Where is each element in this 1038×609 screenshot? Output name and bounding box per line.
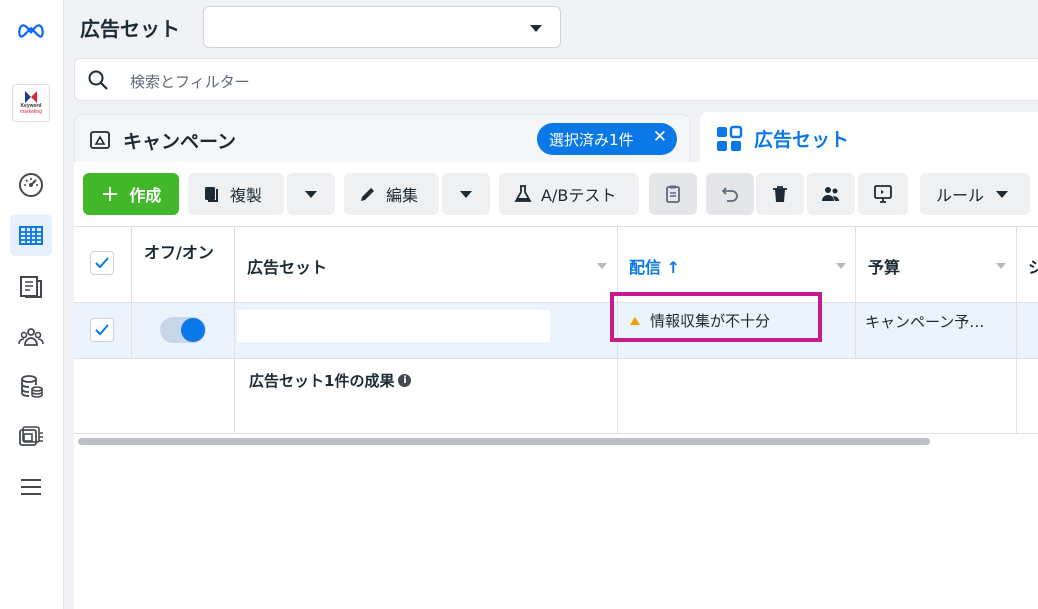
trash-icon bbox=[773, 186, 787, 202]
edit-menu-button[interactable] bbox=[442, 173, 490, 215]
close-icon[interactable]: ✕ bbox=[653, 127, 667, 147]
column-header-partial[interactable]: シ bbox=[1028, 254, 1038, 278]
duplicate-button[interactable]: 複製 bbox=[188, 173, 284, 215]
share-audience-button[interactable] bbox=[807, 173, 855, 215]
edit-button[interactable]: 編集 bbox=[344, 173, 439, 215]
gauge-icon[interactable] bbox=[10, 164, 52, 206]
search-filter-bar[interactable]: 検索とフィルター bbox=[74, 58, 1038, 101]
sort-caret-icon[interactable] bbox=[996, 263, 1006, 269]
column-header-name[interactable]: 広告セット bbox=[247, 254, 327, 278]
preview-button[interactable] bbox=[858, 173, 908, 215]
rules-button-label: ルール bbox=[936, 186, 985, 205]
sort-caret-icon[interactable] bbox=[597, 263, 607, 269]
row-bottom-border bbox=[74, 358, 1038, 359]
menu-icon[interactable] bbox=[10, 466, 52, 508]
preview-icon bbox=[874, 185, 892, 203]
edit-button-label: 編集 bbox=[386, 186, 419, 205]
tab-campaign[interactable]: キャンペーン 選択済み1件 ✕ bbox=[74, 114, 691, 162]
summary-row: 広告セット1件の成果 i bbox=[249, 370, 412, 391]
table-grid-icon[interactable] bbox=[10, 214, 52, 256]
brand-logo[interactable]: Keyword marketing bbox=[12, 84, 50, 122]
table-top-border bbox=[74, 226, 1038, 227]
caret-down-icon bbox=[530, 25, 542, 32]
check-icon bbox=[95, 324, 109, 336]
summary-label: 広告セット1件の成果 bbox=[249, 372, 395, 390]
audience-icon[interactable] bbox=[10, 316, 52, 358]
horizontal-scrollbar[interactable] bbox=[78, 438, 930, 445]
row-checkbox[interactable] bbox=[90, 318, 114, 342]
media-library-icon[interactable] bbox=[10, 416, 52, 458]
col-divider bbox=[131, 226, 132, 358]
left-sidebar: Keyword marketing bbox=[0, 0, 64, 609]
duplicate-menu-button[interactable] bbox=[287, 173, 335, 215]
budget-cell: キャンペーン予… bbox=[865, 313, 985, 331]
duplicate-button-label: 複製 bbox=[230, 186, 263, 205]
search-placeholder: 検索とフィルター bbox=[130, 73, 250, 91]
adset-on-off-toggle[interactable] bbox=[160, 317, 206, 343]
col-divider bbox=[855, 226, 856, 358]
caret-down-icon bbox=[996, 190, 1009, 198]
rules-button[interactable]: ルール bbox=[920, 173, 1030, 215]
delete-button[interactable] bbox=[756, 173, 804, 215]
adset-name-field[interactable] bbox=[237, 310, 550, 342]
tab-adsets-label: 広告セット bbox=[754, 129, 850, 151]
duplicate-icon bbox=[205, 187, 218, 202]
create-button[interactable]: + 作成 bbox=[83, 173, 179, 215]
column-header-budget[interactable]: 予算 bbox=[868, 254, 900, 278]
folder-icon bbox=[90, 131, 110, 149]
tab-campaign-label: キャンペーン bbox=[123, 131, 237, 153]
grid-icon bbox=[717, 125, 743, 151]
adset-selector-dropdown[interactable] bbox=[203, 6, 561, 48]
column-header-delivery[interactable]: 配信 ↑ bbox=[629, 254, 680, 278]
clipboard-button[interactable] bbox=[649, 173, 697, 215]
undo-button[interactable] bbox=[706, 173, 754, 215]
column-header-onoff[interactable]: オフ/オン bbox=[144, 243, 224, 262]
caret-down-icon bbox=[305, 190, 317, 198]
col-divider bbox=[234, 226, 235, 433]
search-icon bbox=[88, 70, 108, 90]
caret-down-icon bbox=[460, 190, 472, 198]
col-divider bbox=[1016, 226, 1017, 433]
sort-caret-icon[interactable] bbox=[836, 263, 846, 269]
highlight-box bbox=[610, 292, 822, 342]
select-all-checkbox[interactable] bbox=[90, 251, 114, 275]
page-title: 広告セット bbox=[80, 17, 180, 41]
create-button-label: 作成 bbox=[129, 186, 162, 205]
main-panel bbox=[74, 162, 1038, 609]
clipboard-icon bbox=[666, 185, 680, 203]
plus-icon: + bbox=[100, 181, 120, 207]
people-icon bbox=[822, 187, 839, 201]
check-icon bbox=[95, 257, 109, 269]
ab-test-button[interactable]: A/Bテスト bbox=[499, 173, 639, 215]
selection-chip[interactable]: 選択済み1件 ✕ bbox=[537, 123, 677, 155]
brand-line2: marketing bbox=[20, 109, 42, 115]
database-icon[interactable] bbox=[10, 366, 52, 408]
summary-bottom-border bbox=[74, 433, 1038, 434]
tab-adsets[interactable]: 広告セット bbox=[700, 112, 1038, 167]
brand-mark-icon bbox=[25, 91, 37, 103]
pencil-icon bbox=[361, 188, 374, 201]
meta-logo-icon[interactable] bbox=[10, 10, 52, 52]
selection-chip-label: 選択済み1件 bbox=[549, 131, 634, 149]
pages-icon[interactable] bbox=[10, 266, 52, 308]
ab-test-button-label: A/Bテスト bbox=[541, 186, 617, 205]
info-icon[interactable]: i bbox=[398, 374, 412, 387]
undo-icon bbox=[721, 187, 738, 202]
flask-icon bbox=[514, 185, 532, 202]
toggle-knob bbox=[181, 318, 205, 342]
